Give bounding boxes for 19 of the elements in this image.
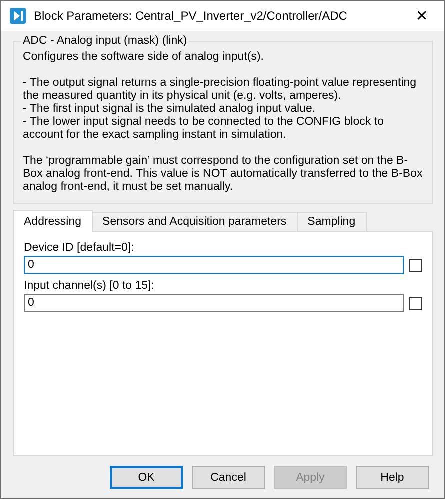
tab[interactable]: Sampling — [296, 212, 367, 231]
dialog-button[interactable]: Cancel — [192, 466, 265, 489]
window-title: Block Parameters: Central_PV_Inverter_v2/Controller/ADC — [34, 9, 348, 23]
input-field[interactable]: 0 — [24, 294, 404, 312]
checkbox[interactable] — [409, 296, 422, 310]
description-text: Configures the software side of analog input(s). — [23, 51, 265, 64]
field-label: Device ID [default=0]: — [24, 242, 136, 254]
description-text: - The lower input signal needs to be connected to the CONFIG block to account for the exact sampling instant in simulation. — [23, 116, 385, 142]
checkbox[interactable] — [409, 258, 422, 272]
dialog-button[interactable]: Help — [356, 466, 429, 489]
description-text: The ‘programmable gain’ must correspond to the configuration set on the B-Box analog front-end. This value is NOT automatically transferred to the B-Box analog front-end, it must be set manually. — [23, 155, 423, 194]
input-field[interactable]: 0 — [24, 256, 404, 274]
app-icon — [10, 8, 26, 24]
field-label: Input channel(s) [0 to 15]: — [24, 280, 156, 292]
group-title: ADC - Analog input (mask) (link) — [22, 35, 188, 47]
description-text: - The output signal returns a single-precision floating-point value representing the measured quantity in its physical unit (e.g. volts, amperes). — [23, 77, 418, 103]
tab[interactable]: Addressing — [13, 210, 93, 232]
description-text: - The first input signal is the simulated analog input value. — [23, 103, 317, 116]
dialog-button[interactable]: OK — [110, 466, 183, 489]
